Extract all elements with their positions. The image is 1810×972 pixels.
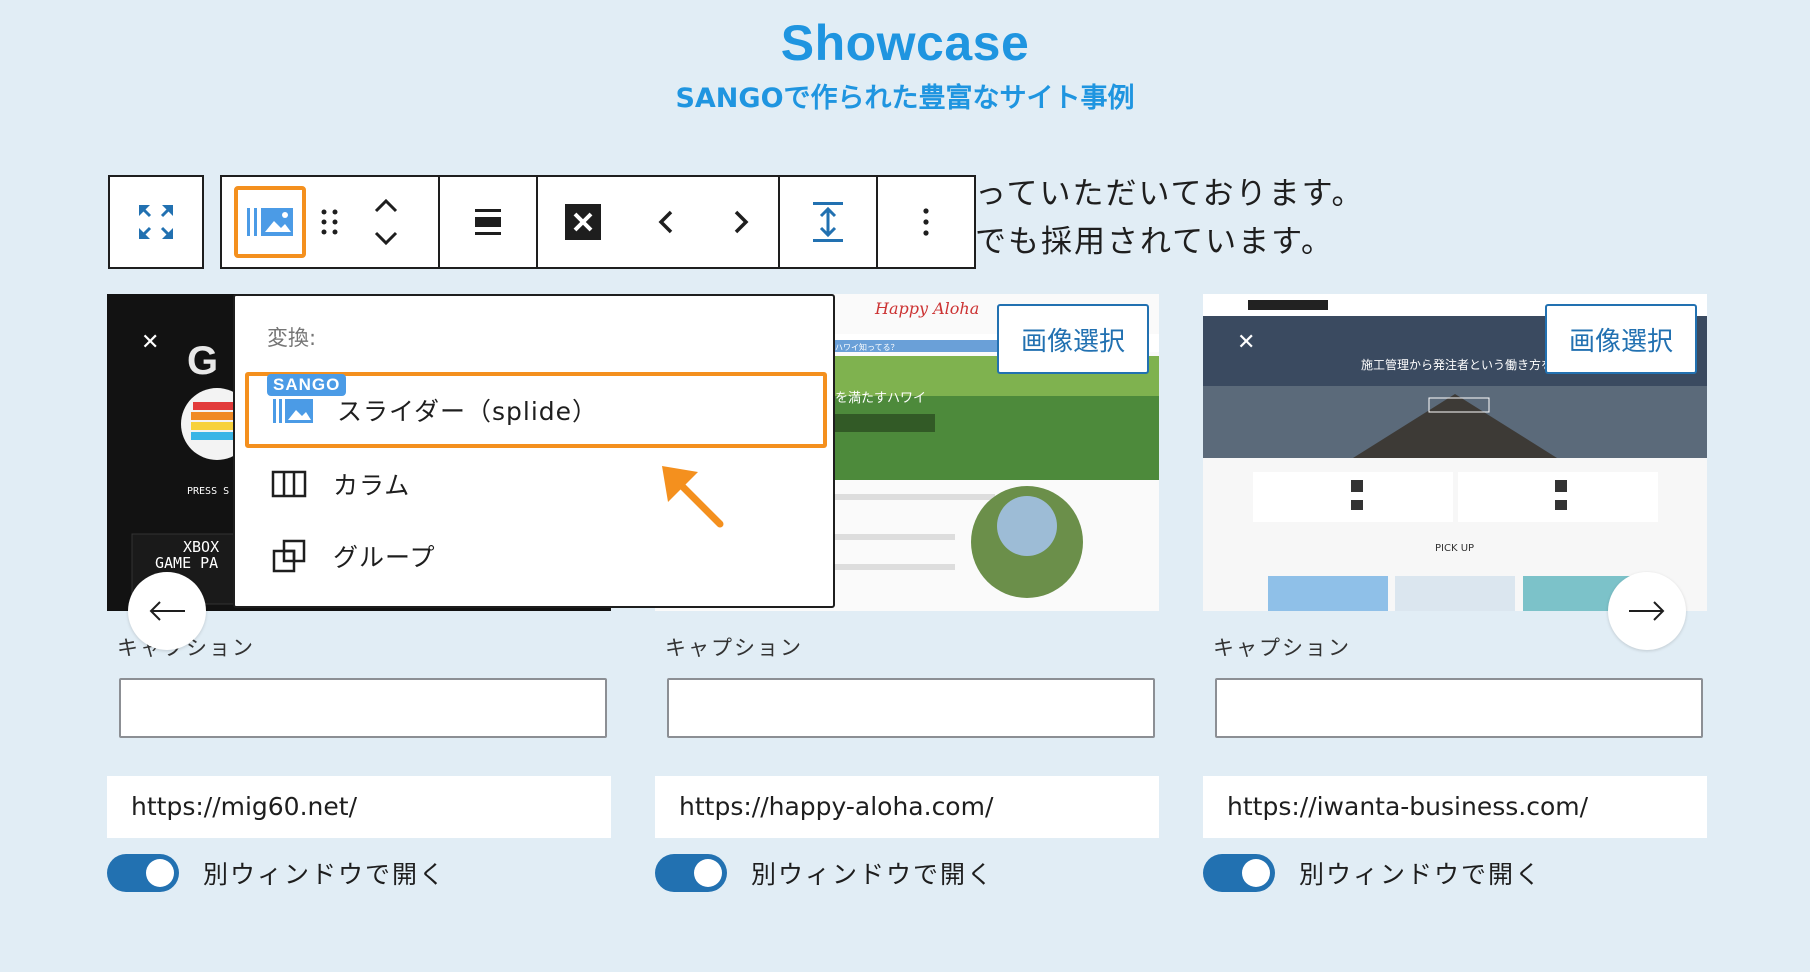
fullscreen-button[interactable] <box>136 177 176 267</box>
toggle-label: 別ウィンドウで開く <box>1299 860 1543 889</box>
transform-option-group[interactable]: グループ <box>245 518 827 594</box>
slider-block-icon <box>247 208 293 236</box>
url-field[interactable]: https://iwanta-business.com/ <box>1203 776 1707 838</box>
drag-handle-icon <box>321 209 338 235</box>
transform-dropdown: 変換: SANGO スライダー（splide） カラム グループ <box>233 294 835 608</box>
paragraph-line-1: っていただいております。 <box>975 176 1365 212</box>
move-down-icon[interactable] <box>373 229 399 247</box>
align-icon <box>475 209 501 235</box>
transform-option-label: カラム <box>333 471 411 500</box>
section-heading: Showcase SANGOで作られた豊富なサイト事例 <box>0 14 1810 115</box>
new-window-toggle-row: 別ウィンドウで開く <box>1203 854 1542 892</box>
svg-text:Happy Aloha: Happy Aloha <box>874 299 979 318</box>
remove-slide-icon[interactable]: ✕ <box>1237 330 1255 355</box>
new-window-toggle-row: 別ウィンドウで開く <box>107 854 446 892</box>
transform-title: 変換: <box>267 326 317 350</box>
page-title: Showcase <box>780 15 1030 71</box>
move-buttons <box>354 177 418 267</box>
remove-icon <box>565 204 602 240</box>
toggle-label: 別ウィンドウで開く <box>751 860 995 889</box>
toolbar-fullscreen-group <box>108 175 204 269</box>
slider-icon: SANGO <box>267 374 347 430</box>
arrow-right-icon <box>1629 601 1665 621</box>
new-window-toggle-row: 別ウィンドウで開く <box>655 854 994 892</box>
url-field[interactable]: https://mig60.net/ <box>107 776 611 838</box>
previous-slide-button[interactable] <box>656 177 676 267</box>
image-select-button[interactable]: 画像選択 <box>1545 304 1697 374</box>
slider-next-button[interactable] <box>1608 572 1686 650</box>
new-window-toggle[interactable] <box>655 854 727 892</box>
block-toolbar <box>220 175 976 269</box>
remove-slide-icon[interactable]: ✕ <box>141 330 159 355</box>
transform-option-columns[interactable]: カラム <box>245 446 827 522</box>
more-options-button[interactable] <box>878 177 974 267</box>
new-window-toggle[interactable] <box>1203 854 1275 892</box>
sango-badge: SANGO <box>267 374 347 396</box>
height-icon <box>813 202 843 242</box>
previous-icon <box>658 210 673 234</box>
toolbar-block-section <box>222 177 440 267</box>
svg-text:G: G <box>187 339 218 383</box>
group-icon <box>269 536 309 576</box>
svg-text:PICK UP: PICK UP <box>1435 543 1474 554</box>
align-button[interactable] <box>440 177 538 267</box>
new-window-toggle[interactable] <box>107 854 179 892</box>
caption-label: キャプション <box>665 636 803 660</box>
next-slide-button[interactable] <box>731 177 751 267</box>
height-button[interactable] <box>780 177 878 267</box>
caption-label: キャプション <box>1213 636 1351 660</box>
svg-text:GAME PA: GAME PA <box>155 554 218 572</box>
fullscreen-icon <box>139 205 173 239</box>
transform-option-label: スライダー（splide） <box>337 397 599 426</box>
caption-input[interactable] <box>119 678 607 738</box>
columns-icon <box>269 464 309 504</box>
toggle-label: 別ウィンドウで開く <box>203 860 447 889</box>
transform-option-label: グループ <box>333 543 436 572</box>
slider-prev-button[interactable] <box>128 572 206 650</box>
slide-card-3: 施工管理から発注者という働き方を PICK UP ✕ 画像選択 キャプション h… <box>1203 294 1707 892</box>
more-options-icon <box>923 208 929 236</box>
svg-text:PRESS S: PRESS S <box>187 486 229 497</box>
block-transform-button[interactable] <box>234 186 306 258</box>
arrow-left-icon <box>149 601 185 621</box>
paragraph-line-2: でも採用されています。 <box>975 224 1334 260</box>
url-field[interactable]: https://happy-aloha.com/ <box>655 776 1159 838</box>
slide-image-3[interactable]: 施工管理から発注者という働き方を PICK UP ✕ 画像選択 <box>1203 294 1707 611</box>
remove-slide-button[interactable] <box>565 177 602 267</box>
page-subtitle: SANGOで作られた豊富なサイト事例 <box>675 83 1135 114</box>
toolbar-slide-controls <box>538 177 780 267</box>
svg-text:施工管理から発注者という働き方を: 施工管理から発注者という働き方を <box>1361 357 1553 372</box>
caption-input[interactable] <box>667 678 1155 738</box>
caption-input[interactable] <box>1215 678 1703 738</box>
drag-handle[interactable] <box>306 177 354 267</box>
move-up-icon[interactable] <box>373 197 399 215</box>
pointer-arrow-icon <box>662 466 724 528</box>
next-icon <box>734 210 749 234</box>
image-select-button[interactable]: 画像選択 <box>997 304 1149 374</box>
transform-option-slider[interactable]: SANGO スライダー（splide） <box>245 372 827 448</box>
svg-text:ハワイ知ってる？: ハワイ知ってる？ <box>835 342 899 352</box>
